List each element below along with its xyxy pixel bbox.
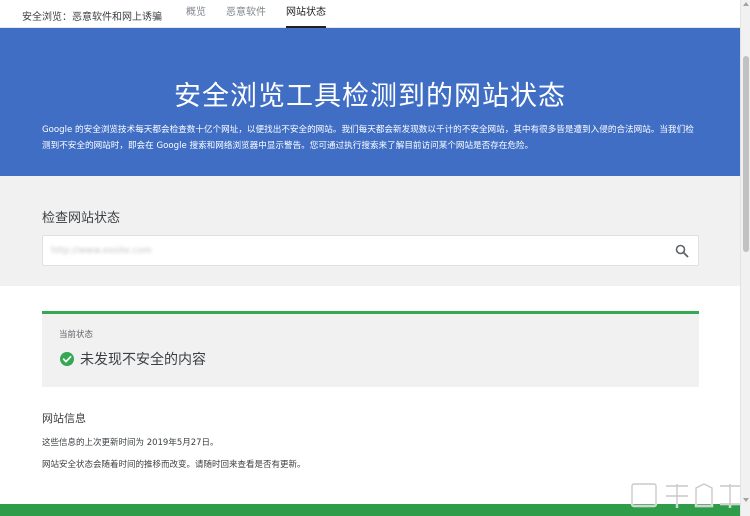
status-text: 未发现不安全的内容 (80, 352, 206, 368)
site-info-updated: 这些信息的上次更新时间为 2019年5月27日。 (42, 438, 219, 448)
tab-malware[interactable]: 恶意软件 (226, 0, 266, 28)
search-section-title: 检查网站状态 (42, 211, 121, 226)
search-icon[interactable] (674, 243, 690, 259)
page-title: 安全浏览工具检测到的网站状态 (174, 81, 566, 112)
vertical-scrollbar[interactable] (740, 0, 750, 516)
top-navigation: 安全浏览：恶意软件和网上诱骗 概览 恶意软件 网站状态 (0, 0, 740, 28)
search-section: 检查网站状态 (0, 176, 740, 286)
hero-description: Google 的安全浏览技术每天都会检查数十亿个网址，以便找出不安全的网站。我们… (42, 125, 694, 151)
watermark-logo-icon (628, 480, 746, 514)
check-circle-icon (60, 351, 74, 366)
page: 安全浏览：恶意软件和网上诱骗 概览 恶意软件 网站状态 安全浏览工具检测到的网站… (0, 0, 740, 516)
status-label: 当前状态 (59, 330, 94, 340)
hero-banner: 安全浏览工具检测到的网站状态 Google 的安全浏览技术每天都会检查数十亿个网… (0, 28, 740, 176)
nav-tabs: 概览 恶意软件 网站状态 (186, 0, 346, 28)
scrollbar-thumb[interactable] (743, 56, 749, 252)
tab-site-status[interactable]: 网站状态 (286, 0, 326, 28)
brand-title[interactable]: 安全浏览：恶意软件和网上诱骗 (22, 8, 162, 23)
tab-overview[interactable]: 概览 (186, 0, 206, 28)
site-info-title: 网站信息 (42, 412, 86, 425)
scroll-up-arrow-icon[interactable] (743, 2, 749, 6)
current-status-card: 当前状态 未发现不安全的内容 (42, 311, 699, 387)
search-box (42, 235, 699, 266)
url-search-input[interactable] (51, 236, 231, 265)
site-info-note: 网站安全状态会随着时间的推移而改变。请随时回来查看是否有更新。 (42, 460, 306, 470)
